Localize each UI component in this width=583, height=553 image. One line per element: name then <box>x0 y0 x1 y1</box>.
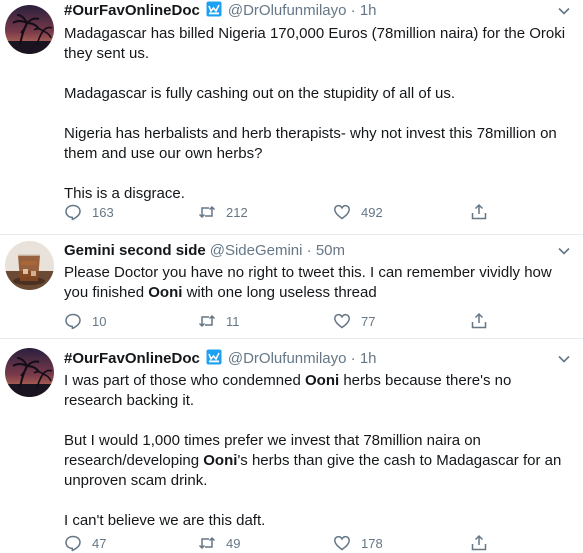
share-icon <box>471 312 487 329</box>
tweet-text-segment: Madagascar is fully cashing out on the s… <box>64 85 456 102</box>
tweet-paragraph: But I would 1,000 times prefer we invest… <box>64 431 573 491</box>
tweet[interactable]: Gemini second side @SideGemini · 50m Plea… <box>0 234 583 339</box>
retweet-icon <box>198 205 216 219</box>
tweet-text-segment: with one long useless thread <box>182 284 377 301</box>
retweet-icon <box>198 536 216 550</box>
display-name[interactable]: #OurFavOnlineDoc <box>64 2 200 19</box>
reply-icon <box>65 313 81 330</box>
reply-count: 47 <box>92 535 107 551</box>
like-icon <box>334 204 350 220</box>
share-button[interactable] <box>470 533 488 553</box>
like-count: 492 <box>361 204 383 220</box>
tweet-text-bold: Ooni <box>304 372 340 389</box>
reply-count: 163 <box>92 204 114 220</box>
tweet-paragraph: This is a disgrace. <box>64 184 573 204</box>
tweet-paragraph: I can't believe we are this daft. <box>64 511 573 531</box>
tweet-text-segment: I can't believe we are this daft. <box>64 512 266 529</box>
tweet-paragraph: Madagascar has billed Nigeria 170,000 Eu… <box>64 24 573 64</box>
like-button[interactable]: 492 <box>333 202 383 222</box>
display-name[interactable]: #OurFavOnlineDoc <box>64 350 200 367</box>
tweet-text: Please Doctor you have no right to tweet… <box>64 263 573 303</box>
retweet-count: 11 <box>226 313 240 329</box>
reply-icon <box>65 204 81 221</box>
share-button[interactable] <box>470 202 488 222</box>
avatar[interactable] <box>5 241 54 290</box>
tweet-paragraph: Nigeria has herbalists and herb therapis… <box>64 124 573 164</box>
tweet-text-segment: Nigeria has herbalists and herb therapis… <box>64 125 557 162</box>
retweet-button[interactable]: 49 <box>198 533 240 553</box>
like-button[interactable]: 178 <box>333 533 383 553</box>
timestamp[interactable]: 50m <box>316 242 345 259</box>
action-bar: 10 11 77 <box>64 311 504 331</box>
retweet-icon <box>198 314 216 328</box>
palm-sunset-avatar <box>5 348 54 397</box>
share-icon <box>471 534 487 551</box>
reply-count: 10 <box>92 313 107 329</box>
tweet-text-segment: Madagascar has billed Nigeria 170,000 Eu… <box>64 25 566 62</box>
tweet-header: Gemini second side @SideGemini · 50m <box>64 241 571 261</box>
tweet[interactable]: #OurFavOnlineDoc @DrOlufunmilayo · 1h Mad… <box>0 0 583 235</box>
tweet-header: #OurFavOnlineDoc @DrOlufunmilayo · 1h <box>64 1 571 21</box>
reply-button[interactable]: 10 <box>64 311 106 331</box>
handle[interactable]: @DrOlufunmilayo <box>228 2 347 19</box>
avatar[interactable] <box>5 5 54 54</box>
avatar[interactable] <box>5 348 54 397</box>
palm-sunset-avatar <box>5 5 54 54</box>
share-icon <box>471 203 487 220</box>
reply-icon <box>65 535 81 552</box>
share-button[interactable] <box>470 311 488 331</box>
tweet-text: Madagascar has billed Nigeria 170,000 Eu… <box>64 24 573 204</box>
tweet-paragraph: Madagascar is fully cashing out on the s… <box>64 84 573 104</box>
like-count: 178 <box>361 535 383 551</box>
reply-button[interactable]: 47 <box>64 533 106 553</box>
separator: · <box>350 2 356 19</box>
drink-glass-avatar <box>5 241 54 290</box>
like-count: 77 <box>361 313 376 329</box>
tweet-header: #OurFavOnlineDoc @DrOlufunmilayo · 1h <box>64 349 571 369</box>
tweet-text: I was part of those who condemned Ooni h… <box>64 371 573 531</box>
verified-icon <box>206 1 222 17</box>
like-icon <box>334 535 350 551</box>
tweet-text-segment: This is a disgrace. <box>64 185 185 202</box>
handle[interactable]: @SideGemini <box>210 242 303 259</box>
tweet[interactable]: #OurFavOnlineDoc @DrOlufunmilayo · 1h I w… <box>0 338 583 552</box>
timestamp[interactable]: 1h <box>360 2 377 19</box>
like-icon <box>334 313 350 329</box>
separator: · <box>350 350 356 367</box>
tweet-text-segment: I was part of those who condemned <box>64 372 305 389</box>
retweet-button[interactable]: 11 <box>198 311 240 331</box>
display-name[interactable]: Gemini second side <box>64 242 206 259</box>
tweet-paragraph: Please Doctor you have no right to tweet… <box>64 263 573 303</box>
tweet-text-bold: Ooni <box>203 452 238 469</box>
verified-icon <box>206 349 222 365</box>
chevron-down-icon[interactable] <box>557 352 571 366</box>
action-bar: 163 212 492 <box>64 202 504 222</box>
timestamp[interactable]: 1h <box>360 350 377 367</box>
chevron-down-icon[interactable] <box>557 4 571 18</box>
retweet-count: 212 <box>226 204 248 220</box>
separator: · <box>306 242 312 259</box>
chevron-down-icon[interactable] <box>557 244 571 258</box>
like-button[interactable]: 77 <box>333 311 375 331</box>
action-bar: 47 49 178 <box>64 533 504 553</box>
tweet-paragraph: I was part of those who condemned Ooni h… <box>64 371 573 411</box>
handle[interactable]: @DrOlufunmilayo <box>228 350 347 367</box>
retweet-button[interactable]: 212 <box>198 202 248 222</box>
retweet-count: 49 <box>226 535 241 551</box>
tweet-text-bold: Ooni <box>148 284 183 301</box>
reply-button[interactable]: 163 <box>64 202 114 222</box>
